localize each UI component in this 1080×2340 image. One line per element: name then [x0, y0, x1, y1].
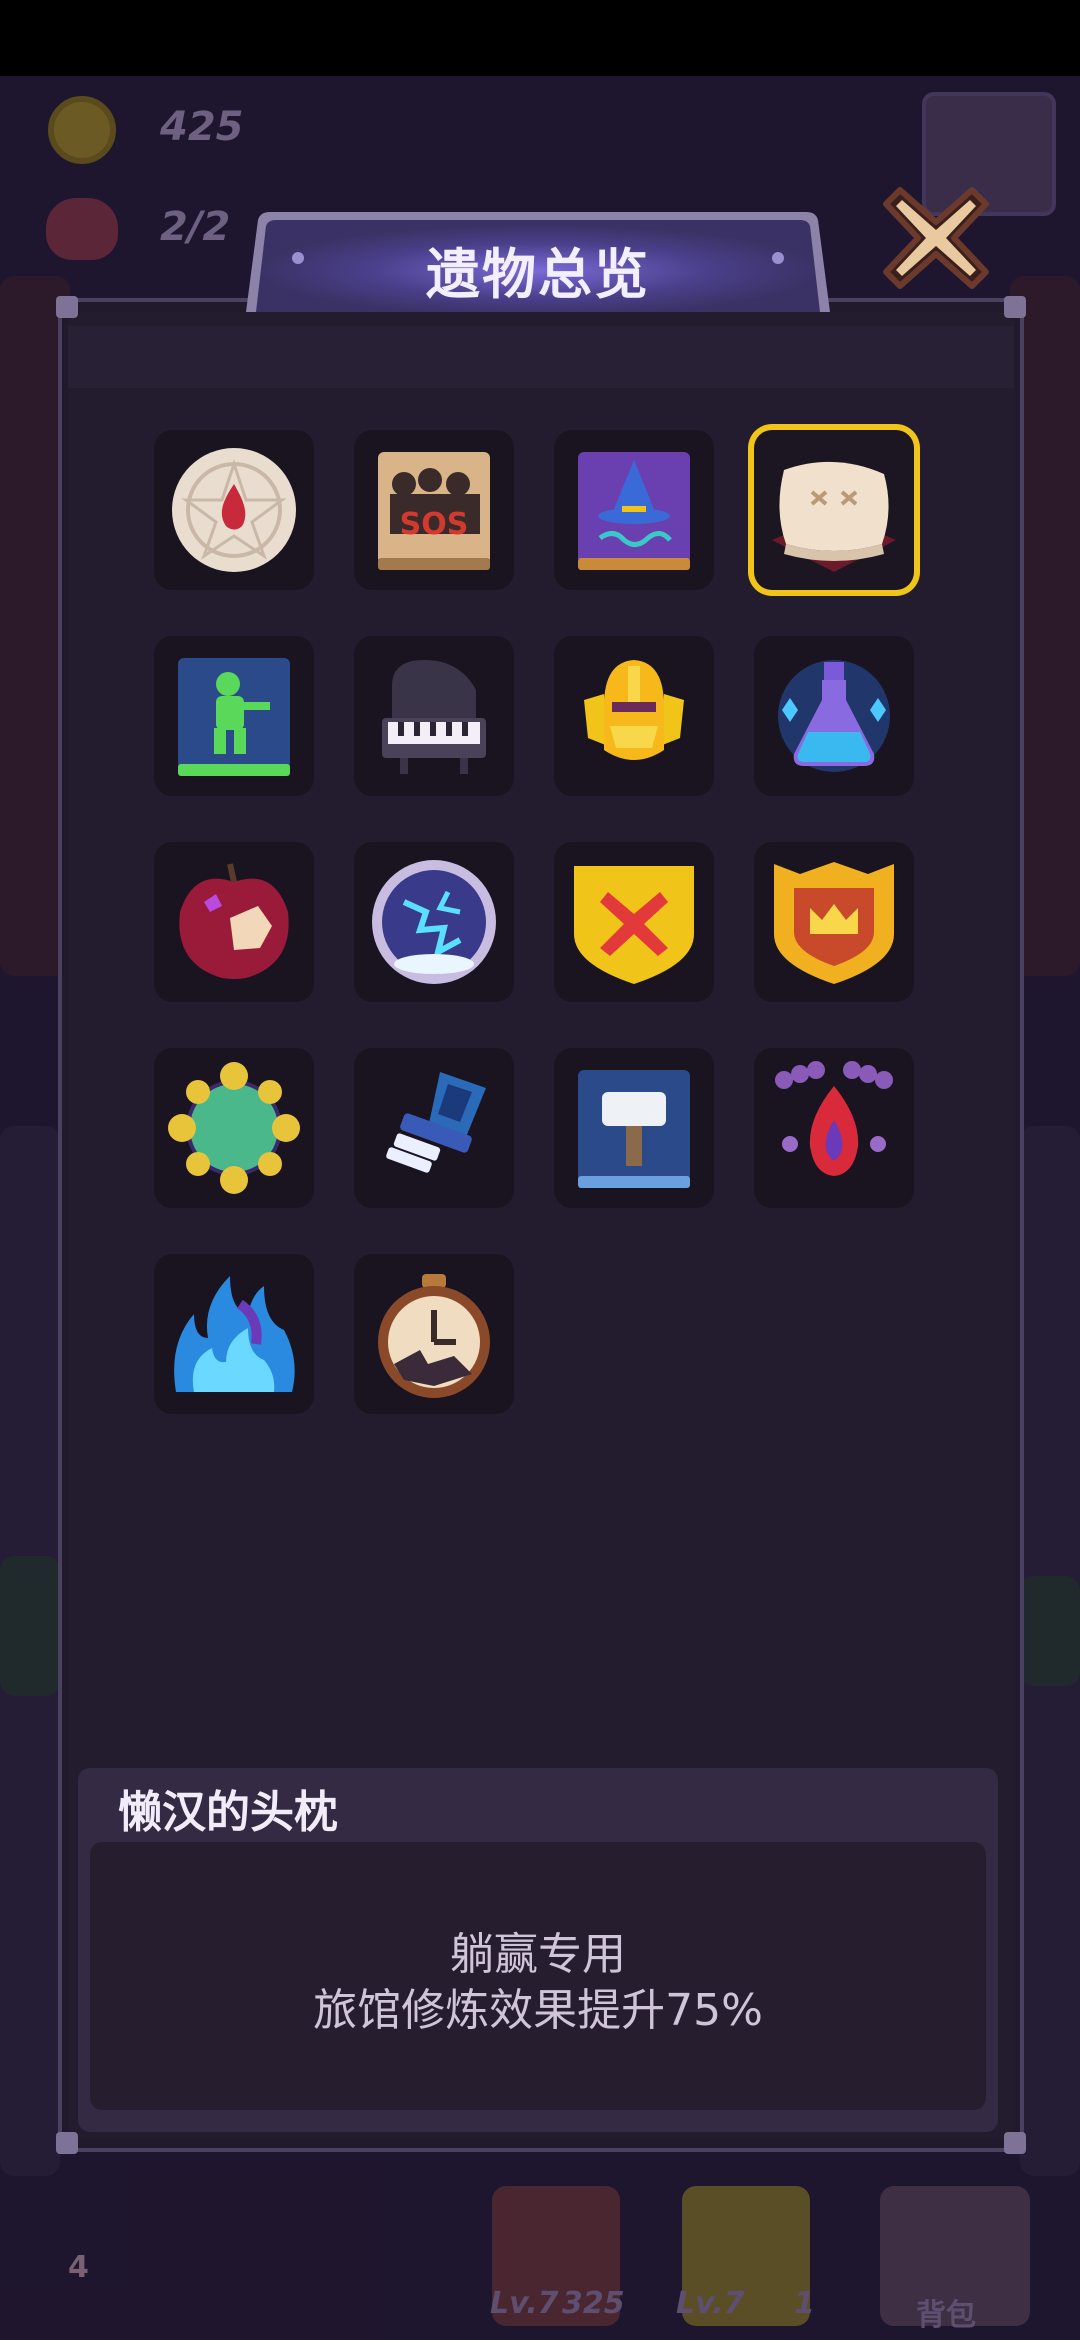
relic-slot-wizard-book[interactable]: [554, 430, 714, 590]
relic-slot-hammer-book[interactable]: [554, 1048, 714, 1208]
relic-slot-bitten-apple[interactable]: [154, 842, 314, 1002]
devil-icon: [46, 198, 118, 260]
relic-slot-pentagram-disc[interactable]: [154, 430, 314, 590]
blue-potion-icon: [778, 660, 890, 772]
album-text: SOS: [400, 507, 469, 542]
gold-amount: 425: [160, 104, 244, 150]
left-count: 4: [68, 2250, 89, 2285]
hammer-book-icon: [578, 1070, 690, 1188]
relic-slot-blue-sword[interactable]: [354, 1048, 514, 1208]
card1-level: Lv.7: [490, 2286, 559, 2321]
dialog-title: 遗物总览: [426, 243, 650, 306]
corner-rivet: [1004, 2132, 1026, 2154]
relic-description-line1: 躺赢专用: [450, 1929, 626, 1980]
pocket-watch-icon: [378, 1274, 490, 1398]
unit-count: 2/2: [160, 204, 231, 250]
blue-flame-icon: [174, 1276, 295, 1392]
relic-slot-crown-shield[interactable]: [754, 842, 914, 1002]
relic-slot-army-man-book[interactable]: [154, 636, 314, 796]
corner-rivet: [56, 296, 78, 318]
relic-slot-pocket-watch[interactable]: [354, 1254, 514, 1414]
relic-name: 懒汉的头枕: [118, 1787, 338, 1838]
crown-shield-icon: [774, 862, 894, 984]
wizard-book-icon: [578, 452, 690, 570]
spiked-ball-icon: [168, 1062, 300, 1194]
red-x-shield-icon: [574, 866, 694, 984]
pentagram-disc-icon: [172, 448, 296, 572]
relic-slot-blue-potion[interactable]: [754, 636, 914, 796]
record-album-icon: SOS: [378, 452, 490, 570]
relic-slot-golden-helmet[interactable]: [554, 636, 714, 796]
blue-sword-icon: [386, 1072, 486, 1173]
backpack-label: 背包: [916, 2298, 976, 2333]
close-button[interactable]: [880, 182, 992, 294]
relic-slot-pillow[interactable]: [754, 430, 914, 590]
card2-value: 1: [794, 2286, 815, 2321]
dialog-title-tab: 遗物总览: [228, 212, 848, 312]
relic-slot-record-album[interactable]: SOS: [354, 430, 514, 590]
relic-slot-fire-necklace[interactable]: [754, 1048, 914, 1208]
dialog-header-band: [68, 326, 1014, 388]
pillow-icon: [772, 461, 896, 572]
piano-icon: [382, 660, 486, 774]
army-man-book-icon: [178, 658, 290, 776]
relic-slot-red-x-shield[interactable]: [554, 842, 714, 1002]
corner-rivet: [56, 2132, 78, 2154]
card1-value: 325: [562, 2286, 625, 2321]
relic-slot-piano[interactable]: [354, 636, 514, 796]
relic-description-line2: 旅馆修炼效果提升75%: [313, 1985, 763, 2036]
gold-coin-icon: [48, 96, 116, 164]
relic-slot-blue-flame[interactable]: [154, 1254, 314, 1414]
golden-helmet-icon: [584, 660, 684, 760]
relic-slot-spiked-ball[interactable]: [154, 1048, 314, 1208]
card2-level: Lv.7: [676, 2286, 745, 2321]
corner-rivet: [1004, 296, 1026, 318]
relic-slot-lightning-orb[interactable]: [354, 842, 514, 1002]
bitten-apple-icon: [179, 863, 289, 979]
close-icon: [883, 187, 989, 289]
lightning-orb-icon: [372, 860, 496, 984]
fire-necklace-icon: [775, 1061, 893, 1176]
